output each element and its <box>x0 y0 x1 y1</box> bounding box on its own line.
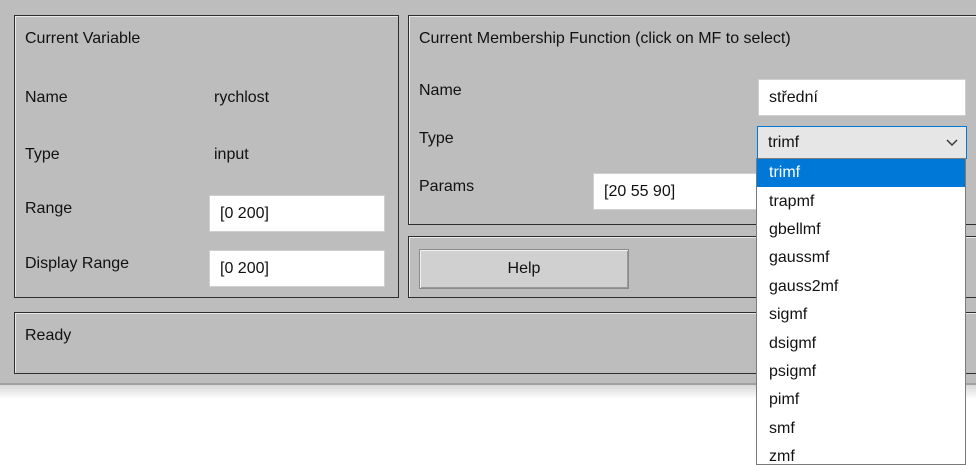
current-variable-title: Current Variable <box>25 30 141 47</box>
mf-params-input-value: [20 55 90] <box>604 182 676 200</box>
mf-name-input-value: střední <box>769 88 818 106</box>
variable-name-value: rychlost <box>214 89 270 106</box>
dropdown-option-gaussmf[interactable]: gaussmf <box>757 244 965 272</box>
display-range-input[interactable]: [0 200] <box>209 250 385 287</box>
mf-name-input[interactable]: střední <box>758 79 966 116</box>
current-mf-title: Current Membership Function (click on MF… <box>419 30 791 47</box>
mf-type-dropdown-list[interactable]: trimf trapmf gbellmf gaussmf gauss2mf si… <box>756 158 966 465</box>
current-variable-panel: Current Variable Name rychlost Type inpu… <box>14 15 399 298</box>
mf-params-label: Params <box>419 178 475 195</box>
help-button[interactable]: Help <box>419 249 629 289</box>
range-input[interactable]: [0 200] <box>209 195 385 232</box>
display-range-input-value: [0 200] <box>220 259 269 277</box>
dropdown-option-smf[interactable]: smf <box>757 415 965 443</box>
help-button-label: Help <box>507 260 541 277</box>
dropdown-option-sigmf[interactable]: sigmf <box>757 301 965 329</box>
variable-type-label: Type <box>25 146 60 163</box>
dropdown-option-zmf[interactable]: zmf <box>757 443 965 464</box>
mf-params-input[interactable]: [20 55 90] <box>593 173 763 210</box>
variable-type-value: input <box>214 146 249 163</box>
dropdown-option-trapmf[interactable]: trapmf <box>757 187 965 215</box>
mf-type-select[interactable]: trimf <box>757 126 967 159</box>
mf-type-selected-value: trimf <box>768 133 800 151</box>
mf-name-label: Name <box>419 82 462 99</box>
chevron-down-icon[interactable] <box>938 127 966 158</box>
status-text: Ready <box>25 327 72 344</box>
dropdown-option-pimf[interactable]: pimf <box>757 386 965 414</box>
range-label: Range <box>25 200 73 217</box>
variable-name-label: Name <box>25 89 68 106</box>
dropdown-option-gauss2mf[interactable]: gauss2mf <box>757 273 965 301</box>
dropdown-option-dsigmf[interactable]: dsigmf <box>757 329 965 357</box>
dropdown-option-psigmf[interactable]: psigmf <box>757 358 965 386</box>
display-range-label: Display Range <box>25 255 130 272</box>
dropdown-option-gbellmf[interactable]: gbellmf <box>757 216 965 244</box>
range-input-value: [0 200] <box>220 204 269 222</box>
dropdown-option-trimf[interactable]: trimf <box>757 159 965 188</box>
mf-type-label: Type <box>419 130 454 147</box>
